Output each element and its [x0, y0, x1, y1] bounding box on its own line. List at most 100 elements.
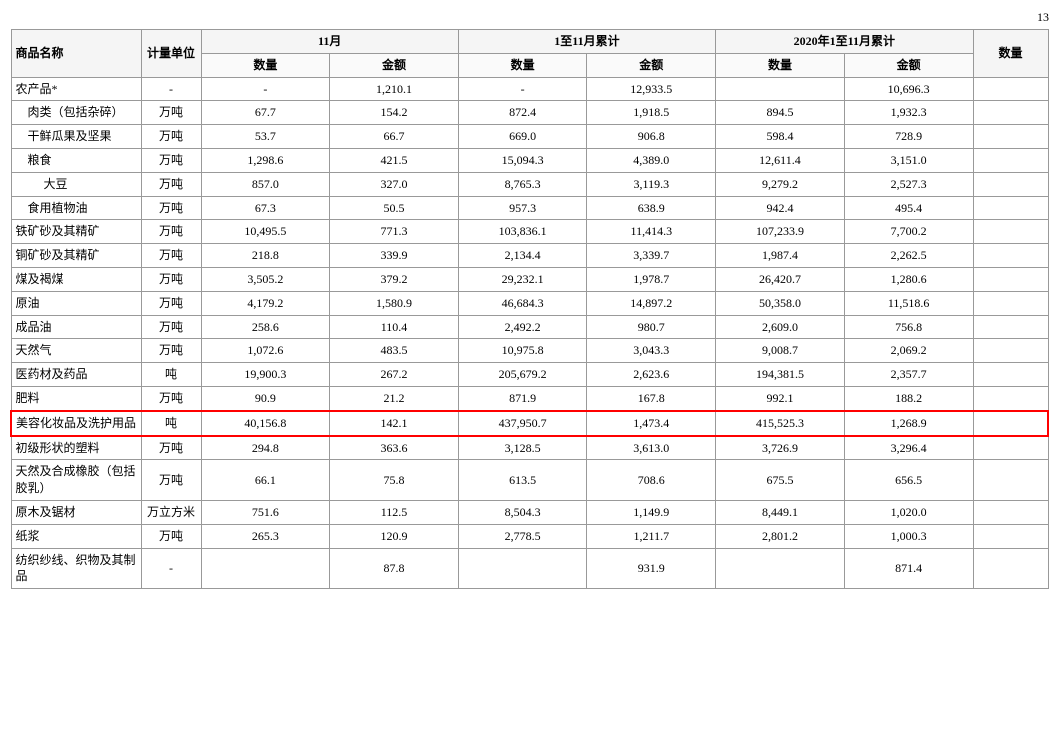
- cum-qty: -: [458, 77, 587, 101]
- cum-amt: 12,933.5: [587, 77, 716, 101]
- extra-qty: [973, 291, 1048, 315]
- prev-qty: 675.5: [716, 460, 845, 501]
- nov-qty: 10,495.5: [201, 220, 330, 244]
- product-name: 成品油: [11, 315, 141, 339]
- nov-amt: 142.1: [330, 411, 459, 436]
- product-name: 铜矿砂及其精矿: [11, 244, 141, 268]
- nov-qty: 258.6: [201, 315, 330, 339]
- nov-qty: 3,505.2: [201, 267, 330, 291]
- prev-amt: 728.9: [844, 125, 973, 149]
- nov-qty: 53.7: [201, 125, 330, 149]
- product-name: 原油: [11, 291, 141, 315]
- prev-qty: 942.4: [716, 196, 845, 220]
- prev-qty: 50,358.0: [716, 291, 845, 315]
- prev-amt: 656.5: [844, 460, 973, 501]
- prev-qty: 9,008.7: [716, 339, 845, 363]
- product-name: 粮食: [11, 148, 141, 172]
- header-cum-qty: 数量: [458, 53, 587, 77]
- cum-qty: 15,094.3: [458, 148, 587, 172]
- cum-qty: [458, 548, 587, 589]
- cum-amt: 1,149.9: [587, 500, 716, 524]
- cum-qty: 2,778.5: [458, 524, 587, 548]
- extra-qty: [973, 148, 1048, 172]
- table-row: 美容化妆品及洗护用品吨40,156.8142.1437,950.71,473.4…: [11, 411, 1048, 436]
- extra-qty: [973, 436, 1048, 460]
- table-row: 肉类（包括杂碎）万吨67.7154.2872.41,918.5894.51,93…: [11, 101, 1048, 125]
- product-unit: 万吨: [141, 244, 201, 268]
- prev-qty: 992.1: [716, 386, 845, 410]
- extra-qty: [973, 339, 1048, 363]
- product-unit: 万吨: [141, 125, 201, 149]
- nov-qty: 1,298.6: [201, 148, 330, 172]
- cum-qty: 437,950.7: [458, 411, 587, 436]
- cum-amt: 980.7: [587, 315, 716, 339]
- cum-amt: 708.6: [587, 460, 716, 501]
- extra-qty: [973, 524, 1048, 548]
- nov-qty: 90.9: [201, 386, 330, 410]
- header-product-name: 商品名称: [11, 30, 141, 78]
- header-nov: 11月: [201, 30, 458, 54]
- prev-qty: [716, 77, 845, 101]
- cum-qty: 613.5: [458, 460, 587, 501]
- nov-qty: [201, 548, 330, 589]
- table-row: 大豆万吨857.0327.08,765.33,119.39,279.22,527…: [11, 172, 1048, 196]
- table-row: 肥料万吨90.921.2871.9167.8992.1188.2: [11, 386, 1048, 410]
- product-name: 大豆: [11, 172, 141, 196]
- extra-qty: [973, 411, 1048, 436]
- product-unit: 万吨: [141, 436, 201, 460]
- prev-amt: 1,000.3: [844, 524, 973, 548]
- product-name: 天然及合成橡胶（包括胶乳）: [11, 460, 141, 501]
- prev-amt: 11,518.6: [844, 291, 973, 315]
- extra-qty: [973, 172, 1048, 196]
- extra-qty: [973, 101, 1048, 125]
- product-unit: 万吨: [141, 339, 201, 363]
- cum-qty: 3,128.5: [458, 436, 587, 460]
- nov-amt: 1,580.9: [330, 291, 459, 315]
- table-row: 原油万吨4,179.21,580.946,684.314,897.250,358…: [11, 291, 1048, 315]
- table-row: 天然及合成橡胶（包括胶乳）万吨66.175.8613.5708.6675.565…: [11, 460, 1048, 501]
- extra-qty: [973, 548, 1048, 589]
- table-row: 农产品*--1,210.1-12,933.510,696.3: [11, 77, 1048, 101]
- nov-amt: 75.8: [330, 460, 459, 501]
- prev-amt: 188.2: [844, 386, 973, 410]
- nov-amt: 379.2: [330, 267, 459, 291]
- product-unit: -: [141, 77, 201, 101]
- extra-qty: [973, 77, 1048, 101]
- extra-qty: [973, 220, 1048, 244]
- cum-qty: 29,232.1: [458, 267, 587, 291]
- product-name: 医药材及药品: [11, 363, 141, 387]
- header-prev-qty: 数量: [716, 53, 845, 77]
- product-unit: 万吨: [141, 386, 201, 410]
- product-unit: 万吨: [141, 524, 201, 548]
- cum-amt: 3,043.3: [587, 339, 716, 363]
- nov-amt: 327.0: [330, 172, 459, 196]
- nov-amt: 66.7: [330, 125, 459, 149]
- header-nov-amt: 金额: [330, 53, 459, 77]
- cum-qty: 669.0: [458, 125, 587, 149]
- nov-qty: 67.7: [201, 101, 330, 125]
- table-row: 医药材及药品吨19,900.3267.2205,679.22,623.6194,…: [11, 363, 1048, 387]
- prev-qty: 8,449.1: [716, 500, 845, 524]
- import-data-table: 商品名称 计量单位 11月 1至11月累计 2020年1至11月累计 数量 数量…: [10, 29, 1049, 589]
- extra-qty: [973, 386, 1048, 410]
- prev-qty: 1,987.4: [716, 244, 845, 268]
- product-unit: 万吨: [141, 291, 201, 315]
- product-name: 农产品*: [11, 77, 141, 101]
- product-unit: 万吨: [141, 267, 201, 291]
- prev-amt: 3,296.4: [844, 436, 973, 460]
- cum-qty: 871.9: [458, 386, 587, 410]
- nov-qty: 265.3: [201, 524, 330, 548]
- product-name: 美容化妆品及洗护用品: [11, 411, 141, 436]
- cum-qty: 205,679.2: [458, 363, 587, 387]
- table-row: 粮食万吨1,298.6421.515,094.34,389.012,611.43…: [11, 148, 1048, 172]
- table-row: 铜矿砂及其精矿万吨218.8339.92,134.43,339.71,987.4…: [11, 244, 1048, 268]
- prev-qty: 894.5: [716, 101, 845, 125]
- cum-amt: 1,211.7: [587, 524, 716, 548]
- prev-amt: 2,357.7: [844, 363, 973, 387]
- prev-amt: 495.4: [844, 196, 973, 220]
- header-cum-amt: 金额: [587, 53, 716, 77]
- cum-qty: 2,492.2: [458, 315, 587, 339]
- prev-amt: 2,069.2: [844, 339, 973, 363]
- prev-amt: 756.8: [844, 315, 973, 339]
- product-unit: 万吨: [141, 101, 201, 125]
